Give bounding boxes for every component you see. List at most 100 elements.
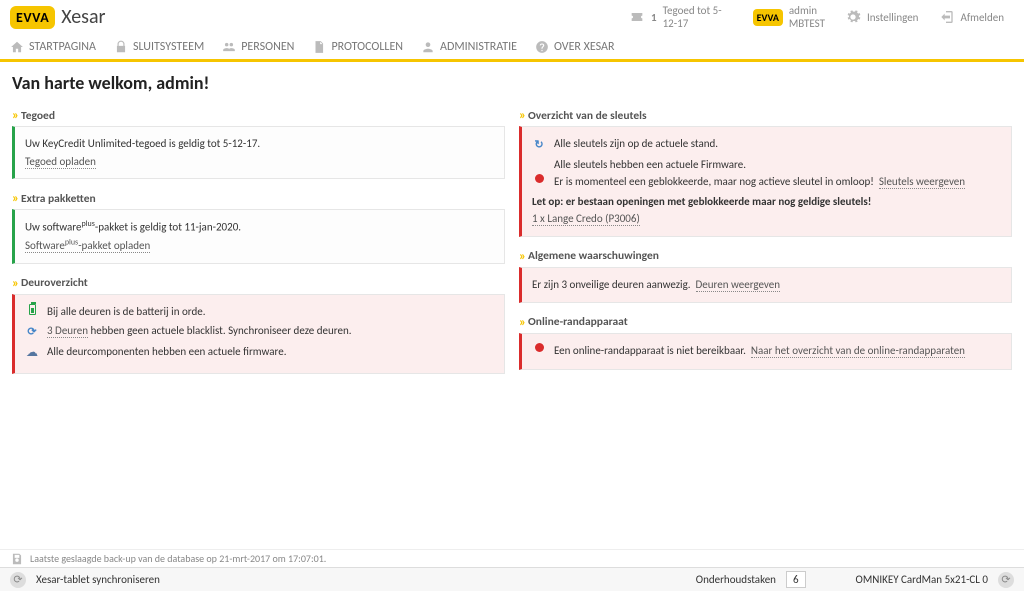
ticket-icon [629,9,645,25]
pkg-l1: Software [25,239,65,252]
section-packages-title: Extra pakketten [21,192,96,206]
chevron-icon: » [519,108,524,123]
section-warnings-title: Algemene waarschuwingen [528,249,659,263]
maintenance-label[interactable]: Onderhoudstaken [696,573,776,586]
main-content: Van harte welkom, admin! » Tegoed Uw Key… [0,62,1024,549]
nav-persons[interactable]: PERSONEN [222,40,294,54]
gear-icon [845,9,861,25]
section-doors-head: » Deuroverzicht [12,276,505,291]
card-reader-label: OMNIKEY CardMan 5x21-CL 0 [856,573,988,586]
settings-label: Instellingen [867,11,918,24]
key-refresh-icon: ↻ [532,135,546,154]
pkg-l-sup: plus [65,237,78,247]
firmware-icon: ☁ [25,343,39,363]
brand: EVVA Xesar [10,5,106,29]
chevron-icon: » [519,315,524,330]
doors-blacklist-rest: hebben geen actuele blacklist. Synchroni… [88,324,351,337]
keys-opening-link[interactable]: 1 x Lange Credo (P3006) [532,212,640,226]
header-user[interactable]: EVVA admin MBTEST [743,4,835,30]
packages-card: Uw softwareplus-pakket is geldig tot 11-… [12,209,505,264]
keys-row2: Alle sleutels hebben een actuele Firmwar… [554,156,1001,174]
user-system: MBTEST [789,17,825,30]
keys-row1: Alle sleutels zijn op de actuele stand. [554,135,718,153]
pkg-l2: -pakket opladen [78,239,150,252]
admin-icon [421,40,435,54]
credit-card: Uw KeyCredit Unlimited-tegoed is geldig … [12,126,505,179]
warnings-text: Er zijn 3 onveilige deuren aanwezig. [532,278,691,291]
keys-card: ↻ Alle sleutels zijn op de actuele stand… [519,126,1012,237]
header-logout[interactable]: Afmelden [928,9,1014,25]
nav-protocols[interactable]: PROTOCOLLEN [312,40,403,54]
reader-refresh-button[interactable]: ⟳ [998,572,1014,588]
pkg-sup: plus [81,219,94,229]
blacklist-icon: ⟳ [25,322,39,341]
section-online-title: Online-randapparaat [528,315,628,329]
section-online-head: » Online-randapparaat [519,315,1012,330]
logout-label: Afmelden [960,11,1004,24]
backup-status-bar: Laatste geslaagde back-up van de databas… [0,549,1024,567]
backup-text: Laatste geslaagde back-up van de databas… [30,552,326,565]
chevron-icon: » [12,276,17,291]
credit-count: 1 [651,11,657,24]
nav-locking[interactable]: SLUITSYSTEEM [114,40,204,54]
lock-icon [114,40,128,54]
doors-count-link[interactable]: 3 Deuren [47,324,88,338]
packages-topup-link[interactable]: Softwareplus-pakket opladen [25,239,150,253]
credit-text: Tegoed tot 5-12-17 [663,4,733,30]
nav-locking-label: SLUITSYSTEEM [133,40,204,54]
section-doors-title: Deuroverzicht [21,276,88,290]
left-column: » Tegoed Uw KeyCredit Unlimited-tegoed i… [12,108,505,386]
sync-label: Xesar-tablet synchroniseren [36,573,160,586]
offline-dot-icon [532,342,546,352]
keys-row3: Er is momenteel een geblokkeerde, maar n… [554,173,965,191]
online-link[interactable]: Naar het overzicht van de online-randapp… [751,344,965,358]
home-icon [10,40,24,54]
nav-home-label: STARTPAGINA [29,40,96,54]
keys-row3-text: Er is momenteel een geblokkeerde, maar n… [554,175,874,188]
help-icon [535,40,549,54]
doors-blacklist-text: 3 Deuren hebben geen actuele blacklist. … [47,322,352,340]
warnings-card: Er zijn 3 onveilige deuren aanwezig. Deu… [519,267,1012,303]
nav-admin[interactable]: ADMINISTRATIE [421,40,517,54]
maintenance-count: 6 [786,571,806,588]
doors-battery-text: Bij alle deuren is de batterij in orde. [47,303,205,321]
credit-text: Uw KeyCredit Unlimited-tegoed is geldig … [25,135,494,153]
user-name: admin [789,4,817,17]
online-row: Een online-randapparaat is niet bereikba… [554,342,965,360]
chevron-icon: » [12,108,17,123]
chevron-icon: » [519,249,524,264]
welcome-heading: Van harte welkom, admin! [12,72,1012,94]
battery-ok-icon [25,303,39,315]
section-credit-head: » Tegoed [12,108,505,123]
warnings-link[interactable]: Deuren weergeven [696,278,780,292]
chevron-icon: » [12,191,17,206]
document-icon [312,40,326,54]
disk-icon [10,552,24,566]
nav-home[interactable]: STARTPAGINA [10,40,96,54]
right-column: » Overzicht van de sleutels ↻ Alle sleut… [519,108,1012,386]
doors-card: Bij alle deuren is de batterij in orde. … [12,294,505,374]
header-settings[interactable]: Instellingen [835,9,928,25]
nav-protocols-label: PROTOCOLLEN [331,40,403,54]
sync-refresh-button[interactable]: ⟳ [10,572,26,588]
user-info: admin MBTEST [789,4,825,30]
online-card: Een online-randapparaat is niet bereikba… [519,333,1012,371]
section-keys-title: Overzicht van de sleutels [528,109,647,123]
pkg-t2: -pakket is geldig tot 11-jan-2020. [95,221,241,234]
bottom-bar: ⟳ Xesar-tablet synchroniseren Onderhouds… [0,567,1024,591]
people-icon [222,40,236,54]
brand-badge-small: EVVA [753,9,783,26]
packages-text: Uw softwareplus-pakket is geldig tot 11-… [25,218,494,236]
section-credit-title: Tegoed [21,109,55,123]
nav-about[interactable]: OVER XESAR [535,40,615,54]
online-text: Een online-randapparaat is niet bereikba… [554,344,746,357]
brand-badge: EVVA [10,6,55,29]
nav-about-label: OVER XESAR [554,40,615,54]
keys-row4: Let op: er bestaan openingen met geblokk… [532,193,1001,211]
keys-show-link[interactable]: Sleutels weergeven [879,175,965,189]
section-packages-head: » Extra pakketten [12,191,505,206]
nav-persons-label: PERSONEN [241,40,294,54]
credit-topup-link[interactable]: Tegoed opladen [25,155,96,169]
header-credit[interactable]: 1 Tegoed tot 5-12-17 [619,4,743,30]
logout-icon [938,9,954,25]
